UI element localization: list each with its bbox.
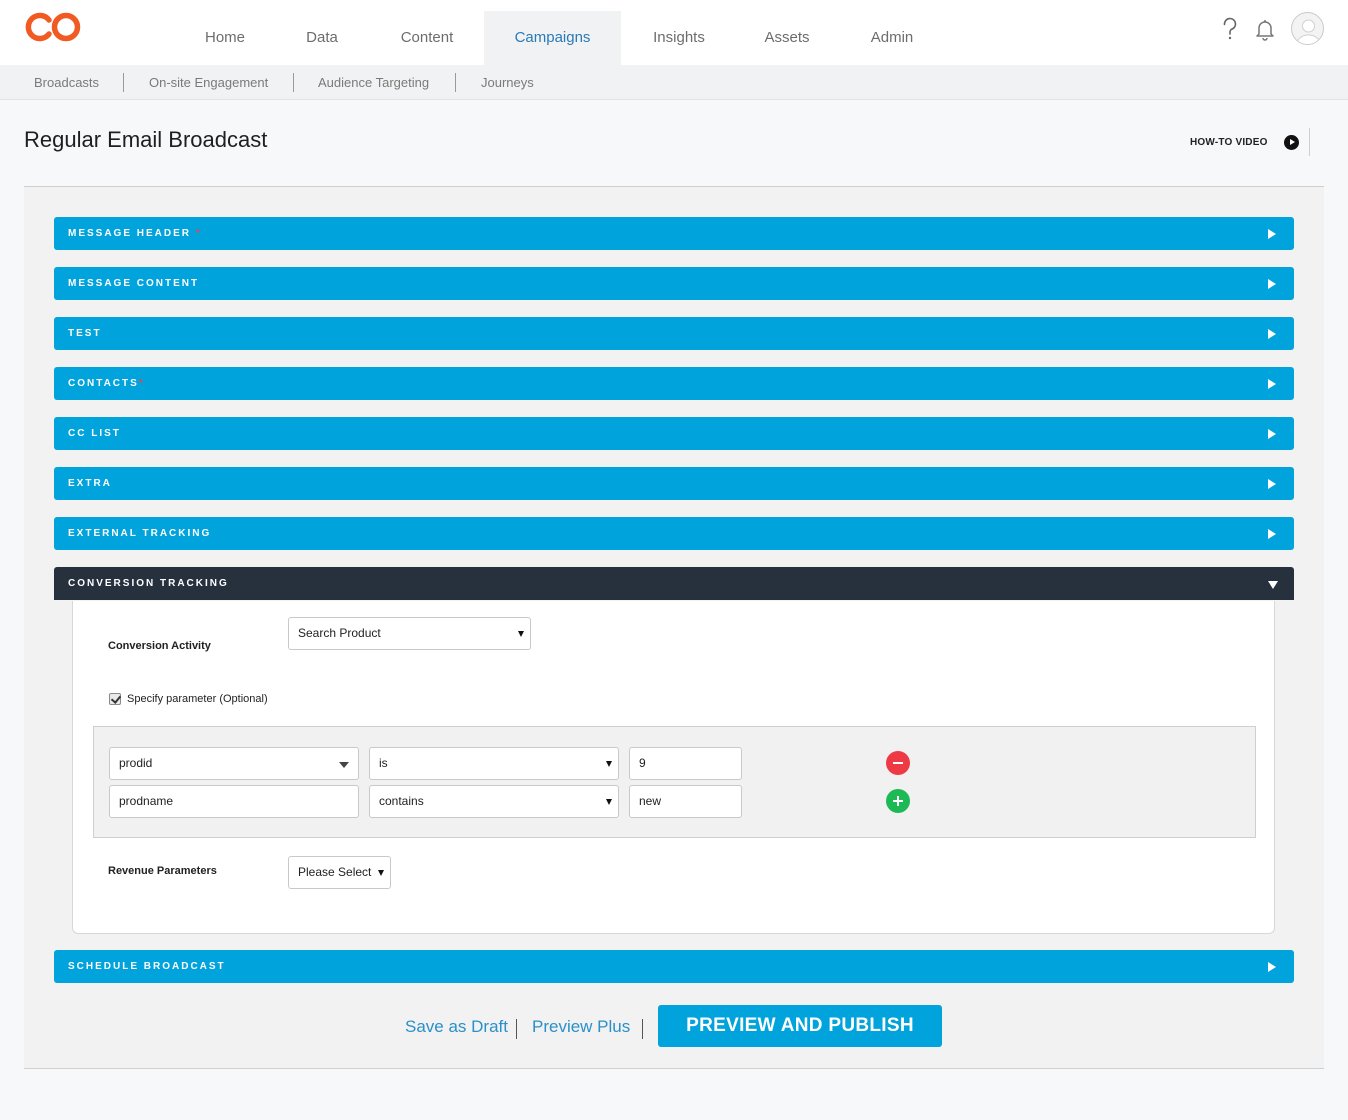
conversion-activity-value: Search Product [298,626,381,640]
param-value-text: 9 [639,756,646,770]
help-icon[interactable] [1218,16,1242,42]
subnav-divider [455,73,456,92]
preview-and-publish-button[interactable]: PREVIEW AND PUBLISH [658,1005,942,1047]
param-name-value: prodid [119,756,153,770]
dropdown-caret-icon [606,761,612,767]
sub-navigation-bar: Broadcasts On-site Engagement Audience T… [0,65,1348,100]
expand-arrow-icon [1268,229,1276,239]
revenue-parameters-select[interactable]: Please Select [288,856,391,889]
section-extra[interactable]: EXTRA [54,467,1294,500]
how-to-video-button[interactable]: HOW-TO VIDEO [1190,128,1310,156]
conversion-activity-label: Conversion Activity [108,640,211,652]
param-operator-value: is [379,756,388,770]
section-label: EXTRA [68,478,112,489]
section-message-header[interactable]: MESSAGE HEADER * [54,217,1294,250]
conversion-activity-select[interactable]: Search Product [288,617,531,650]
dropdown-caret-icon [606,799,612,805]
revenue-parameters-value: Please Select [298,865,372,879]
section-label: EXTERNAL TRACKING [68,528,212,539]
param-name-select[interactable]: prodid [109,747,359,780]
required-marker: * [138,378,143,389]
section-test[interactable]: TEST [54,317,1294,350]
dropdown-caret-icon [339,762,349,768]
section-conversion-tracking[interactable]: CONVERSION TRACKING [54,567,1294,600]
preview-plus-link[interactable]: Preview Plus [532,1017,630,1037]
action-divider [516,1019,517,1039]
specify-parameter-label: Specify parameter (Optional) [127,693,268,705]
save-as-draft-link[interactable]: Save as Draft [405,1017,508,1037]
revenue-parameters-label: Revenue Parameters [108,865,217,877]
nav-data[interactable]: Data [285,11,359,65]
param-operator-select[interactable]: contains [369,785,619,818]
remove-parameter-button[interactable] [886,751,910,775]
nav-home[interactable]: Home [185,11,265,65]
section-label: SCHEDULE BROADCAST [68,961,226,972]
section-label: TEST [68,328,102,339]
required-marker: * [195,228,200,239]
section-message-content[interactable]: MESSAGE CONTENT [54,267,1294,300]
dropdown-caret-icon [378,870,384,876]
subnav-divider [123,73,124,92]
how-to-video-label: HOW-TO VIDEO [1190,136,1268,148]
parameter-rules-box: prodid is 9 prodname contains new [93,726,1256,838]
page-title: Regular Email Broadcast [24,127,268,152]
broadcast-form-panel: MESSAGE HEADER * MESSAGE CONTENT TEST CO… [24,186,1324,1069]
specify-parameter-checkbox[interactable] [109,693,121,705]
section-label: MESSAGE CONTENT [68,278,200,289]
expand-arrow-icon [1268,479,1276,489]
add-parameter-button[interactable] [886,789,910,813]
subnav-broadcasts[interactable]: Broadcasts [34,65,99,100]
expand-arrow-icon [1268,329,1276,339]
section-label: CONVERSION TRACKING [68,578,229,589]
expand-arrow-icon [1268,279,1276,289]
expand-arrow-icon [1268,379,1276,389]
top-navigation-bar: Home Data Content Campaigns Insights Ass… [0,0,1348,65]
section-contacts[interactable]: CONTACTS* [54,367,1294,400]
subnav-audience-targeting[interactable]: Audience Targeting [318,65,429,100]
bell-icon[interactable] [1253,16,1277,42]
param-name-value: prodname [119,794,174,808]
play-icon [1283,134,1299,150]
nav-campaigns[interactable]: Campaigns [484,11,621,65]
user-avatar-icon[interactable] [1291,12,1324,45]
collapse-arrow-icon [1268,581,1278,589]
subnav-journeys[interactable]: Journeys [481,65,534,100]
section-label: CONTACTS [68,378,139,389]
section-label: MESSAGE HEADER [68,228,192,239]
nav-content[interactable]: Content [379,11,475,65]
subnav-divider [293,73,294,92]
action-divider [642,1019,643,1039]
expand-arrow-icon [1268,429,1276,439]
nav-admin[interactable]: Admin [850,11,934,65]
param-operator-select[interactable]: is [369,747,619,780]
expand-arrow-icon [1268,962,1276,972]
conversion-tracking-body: Conversion Activity Search Product Speci… [72,601,1275,934]
section-label: CC LIST [68,428,121,439]
param-value-input[interactable]: new [629,785,742,818]
section-cc-list[interactable]: CC LIST [54,417,1294,450]
dropdown-caret-icon [518,631,524,637]
subnav-onsite-engagement[interactable]: On-site Engagement [149,65,268,100]
section-schedule-broadcast[interactable]: SCHEDULE BROADCAST [54,950,1294,983]
param-value-text: new [639,794,662,808]
section-external-tracking[interactable]: EXTERNAL TRACKING [54,517,1294,550]
param-name-input[interactable]: prodname [109,785,359,818]
param-operator-value: contains [379,794,424,808]
nav-insights[interactable]: Insights [632,11,726,65]
nav-assets[interactable]: Assets [745,11,829,65]
expand-arrow-icon [1268,529,1276,539]
param-value-input[interactable]: 9 [629,747,742,780]
brand-logo-icon[interactable] [22,10,84,44]
